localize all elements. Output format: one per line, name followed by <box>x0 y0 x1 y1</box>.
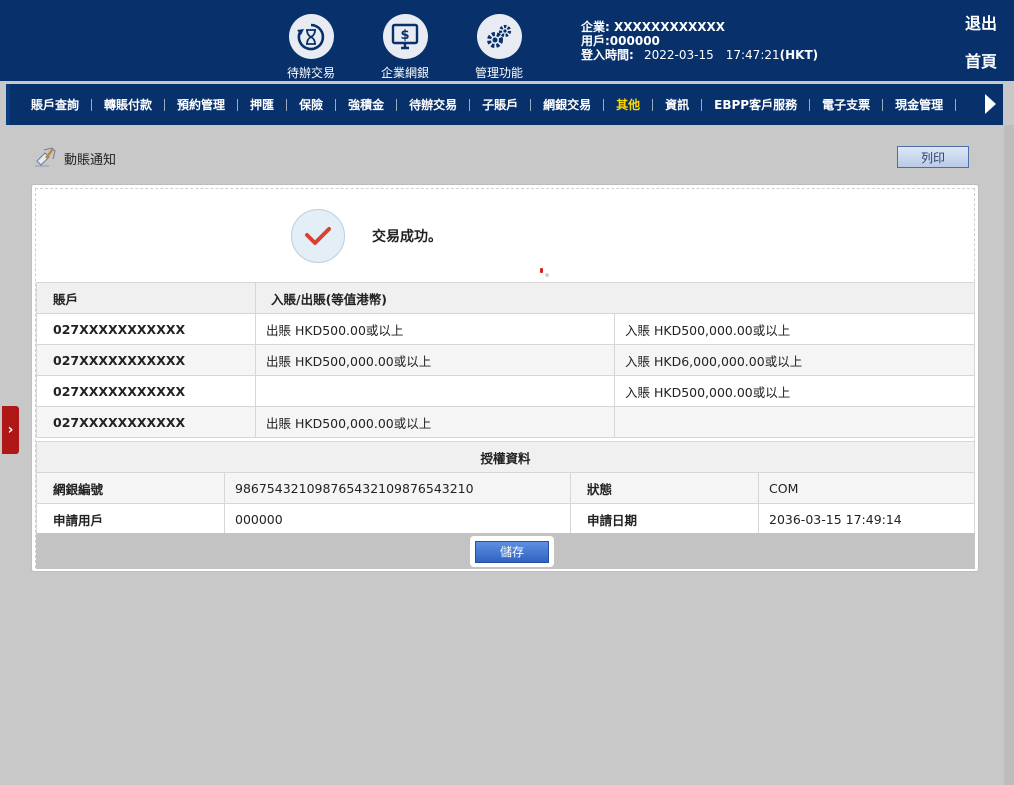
account-cell: 027XXXXXXXXXXX <box>36 375 256 407</box>
management-label: 管理功能 <box>474 66 523 80</box>
account-cell: 027XXXXXXXXXXX <box>36 313 256 345</box>
gears-icon <box>476 14 522 59</box>
auth-row: 申請用戶 000000 申請日期 2036-03-15 17:49:14 <box>36 503 975 535</box>
credit-cell: 入賬 HKD6,000,000.00或以上 <box>614 344 975 376</box>
success-text: 交易成功。 <box>372 229 442 245</box>
menu-left-edge <box>6 84 10 125</box>
status-label: 狀態 <box>570 472 759 504</box>
menu-item[interactable]: 保險 <box>287 98 337 111</box>
menu-item[interactable]: 網銀交易 <box>531 98 605 111</box>
user-id: 用戶:000000 <box>581 34 660 48</box>
menu-item[interactable]: 子賬戶 <box>470 98 532 111</box>
table-row: 027XXXXXXXXXXX 出賬 HKD500,000.00或以上 <box>36 406 975 438</box>
table-row: 027XXXXXXXXXXX 出賬 HKD500.00或以上 入賬 HKD500… <box>36 313 975 345</box>
menu-item[interactable]: 其他 <box>604 98 654 111</box>
menu-item[interactable]: 電子支票 <box>810 98 884 111</box>
side-panel-toggle[interactable]: › <box>2 406 19 454</box>
company-name: 企業: XXXXXXXXXXXX <box>581 20 726 34</box>
status-value: COM <box>758 472 975 504</box>
account-cell: 027XXXXXXXXXXX <box>36 344 256 376</box>
credit-cell: 入賬 HKD500,000.00或以上 <box>614 375 975 407</box>
header-bar: 待辦交易 $ 企業網銀 管理功能 企業: XXXXXXXXXXXX 用戶:000… <box>0 0 1014 81</box>
chevron-right-icon: › <box>7 422 14 438</box>
page-scrollbar[interactable] <box>1004 125 1014 785</box>
debit-cell: 出賬 HKD500.00或以上 <box>255 313 615 345</box>
content-panel: 交易成功。 賬戶 入賬/出賬(等值港幣) 027XXXXXXXXXXX 出賬 H… <box>31 184 979 572</box>
pending-transactions-label: 待辦交易 <box>286 66 335 80</box>
corporate-banking-shortcut[interactable]: $ 企業網銀 <box>365 14 445 81</box>
success-message: 交易成功。 <box>291 209 442 263</box>
debit-cell: 出賬 HKD500,000.00或以上 <box>255 406 615 438</box>
auth-header-row: 授權資料 <box>36 441 975 473</box>
apply-date-value: 2036-03-15 17:49:14 <box>758 503 975 535</box>
print-button[interactable]: 列印 <box>897 146 969 168</box>
menu-scroll-right-icon[interactable] <box>985 94 996 114</box>
applicant-label: 申請用戶 <box>36 503 225 535</box>
credit-cell: 入賬 HKD500,000.00或以上 <box>614 313 975 345</box>
ref-label: 網銀編號 <box>36 472 225 504</box>
debit-cell: 出賬 HKD500,000.00或以上 <box>255 344 615 376</box>
menu-items: 賬戶查詢 轉賬付款 預約管理 押匯 保險 強積金 待辦交易 子賬戶 網銀交易 其他 資訊 EBPP客戶… <box>19 84 957 125</box>
column-header-in-out: 入賬/出賬(等值港幣) <box>255 282 975 314</box>
table-row: 027XXXXXXXXXXX 入賬 HKD500,000.00或以上 <box>36 375 975 407</box>
column-header-account: 賬戶 <box>36 282 256 314</box>
main-menu: 賬戶查詢 轉賬付款 預約管理 押匯 保險 強積金 待辦交易 子賬戶 網銀交易 其他 資訊 EBPP客戶… <box>6 84 1003 125</box>
menu-item[interactable]: 強積金 <box>336 98 398 111</box>
credit-cell <box>614 406 975 438</box>
table-row: 027XXXXXXXXXXX 出賬 HKD500,000.00或以上 入賬 HK… <box>36 344 975 376</box>
hourglass-cycle-icon <box>288 14 334 59</box>
login-time-row: 登入時間: 2022-03-15 17:47:21(HKT) <box>581 48 818 62</box>
logout-link[interactable]: 退出 <box>965 10 997 34</box>
menu-item[interactable]: EBPP客戶服務 <box>702 98 811 111</box>
debit-cell <box>255 375 615 407</box>
save-button-frame: 儲存 <box>470 536 554 567</box>
menu-item[interactable]: 賬戶查詢 <box>19 98 93 111</box>
authorization-table: 授權資料 網銀編號 986754321098765432109876543210… <box>36 441 975 535</box>
save-button[interactable]: 儲存 <box>475 540 549 563</box>
menu-item[interactable]: 預約管理 <box>165 98 239 111</box>
session-info: 企業: XXXXXXXXXXXX 用戶:000000 登入時間: 2022-03… <box>581 20 818 62</box>
page-title: 動賬通知 <box>64 153 117 168</box>
management-shortcut[interactable]: 管理功能 <box>459 14 539 81</box>
home-link[interactable]: 首頁 <box>965 48 997 72</box>
corporate-banking-label: 企業網銀 <box>380 66 429 80</box>
page-title-row: 動賬通知 <box>34 146 116 168</box>
table-header-row: 賬戶 入賬/出賬(等值港幣) <box>36 282 975 314</box>
cursor-marker <box>540 268 543 273</box>
login-timezone: (HKT) <box>779 48 819 62</box>
menu-item[interactable]: 轉賬付款 <box>92 98 166 111</box>
notification-table: 賬戶 入賬/出賬(等值港幣) 027XXXXXXXXXXX 出賬 HKD500.… <box>36 282 975 438</box>
menu-item[interactable]: 待辦交易 <box>397 98 471 111</box>
menu-item[interactable]: 現金管理 <box>883 98 957 111</box>
auth-row: 網銀編號 986754321098765432109876543210 狀態 C… <box>36 472 975 504</box>
apply-date-label: 申請日期 <box>570 503 759 535</box>
svg-text:$: $ <box>400 28 409 43</box>
pencil-note-icon <box>35 147 56 167</box>
pending-transactions-shortcut[interactable]: 待辦交易 <box>271 14 351 81</box>
auth-title: 授權資料 <box>36 441 975 473</box>
menu-item[interactable]: 資訊 <box>653 98 703 111</box>
applicant-value: 000000 <box>224 503 571 535</box>
ref-value: 986754321098765432109876543210 <box>224 472 571 504</box>
cursor-shadow <box>545 273 549 277</box>
menu-item[interactable]: 押匯 <box>238 98 288 111</box>
login-time-value: 2022-03-15 17:47:21 <box>644 48 780 62</box>
login-time-label: 登入時間: <box>581 48 634 62</box>
account-cell: 027XXXXXXXXXXX <box>36 406 256 438</box>
panel-footer: 儲存 <box>36 533 975 569</box>
checkmark-icon <box>291 209 345 263</box>
monitor-dollar-icon: $ <box>382 14 428 59</box>
